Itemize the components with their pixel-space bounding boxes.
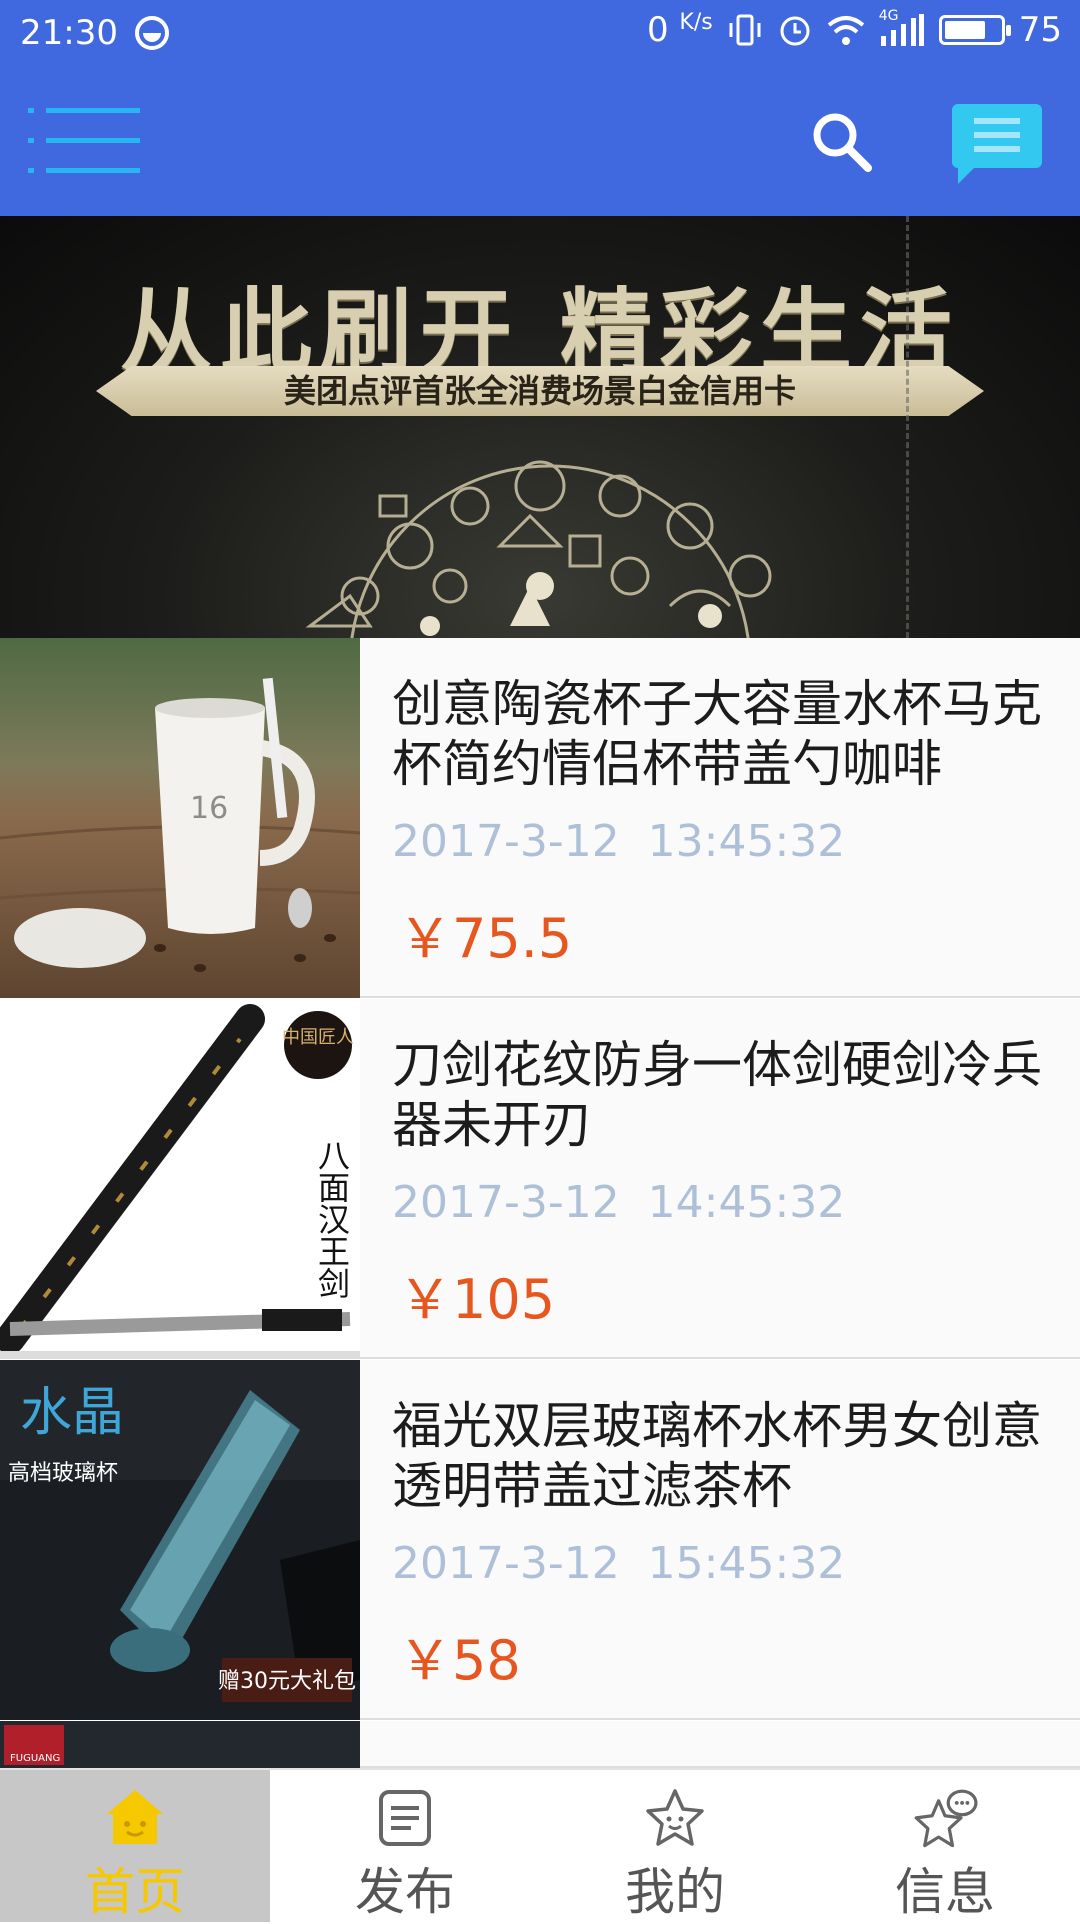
item-price: ￥58 <box>398 1629 521 1692</box>
list-item[interactable]: 中国匠人 八面汉王剑 刀剑花纹防身一体剑硬剑冷兵器未开刃 2017-3-12 1… <box>0 999 1080 1359</box>
notification-icon <box>134 16 169 50</box>
item-title: 创意陶瓷杯子大容量水杯马克杯简约情侣杯带盖勺咖啡 <box>392 675 1042 793</box>
food-icons-illustration <box>305 460 772 638</box>
search-button[interactable] <box>810 110 874 174</box>
chat-icon <box>914 1789 978 1848</box>
promo-gift-text: 赠30元大礼包 <box>218 1669 356 1694</box>
tab-mine[interactable]: 我的 <box>540 1770 810 1922</box>
fuguang-logo-text: FUGUANG <box>10 1753 60 1764</box>
status-bar: 21:30 0 K/s 4G 75 <box>0 0 1080 66</box>
star-face-icon <box>646 1789 704 1846</box>
battery-percent: 75 <box>1018 10 1062 50</box>
cell-signal-icon: 4G <box>879 8 925 48</box>
tab-label: 首页 <box>85 1863 185 1921</box>
tab-publish[interactable]: 发布 <box>270 1770 540 1922</box>
item-price: ￥75.5 <box>398 907 573 970</box>
net-speed: 0 K/s <box>646 10 713 50</box>
menu-button[interactable] <box>28 102 140 180</box>
item-price: ￥105 <box>398 1268 556 1331</box>
list-item[interactable]: 16 创意陶瓷杯子大容量水杯马克杯简约情侣杯带盖勺咖啡 2017-3-12 13… <box>0 638 1080 998</box>
item-time: 2017-3-12 15:45:32 <box>392 1538 846 1589</box>
status-time: 21:30 <box>20 13 118 53</box>
item-title: 福光双层玻璃杯水杯男女创意透明带盖过滤茶杯 <box>392 1397 1042 1515</box>
search-icon <box>813 113 872 172</box>
list-item-partial[interactable]: FUGUANG <box>0 1721 1080 1768</box>
product-image: 16 <box>0 638 360 998</box>
brand-badge-text: 中国匠人 <box>282 1027 354 1048</box>
item-time: 2017-3-12 14:45:32 <box>392 1177 846 1228</box>
tab-label: 信息 <box>895 1863 995 1921</box>
tab-label: 发布 <box>355 1863 455 1921</box>
tab-label: 我的 <box>625 1863 725 1921</box>
banner-stitch-divider <box>906 216 911 638</box>
message-icon <box>952 104 1042 184</box>
water-crystal-text: 水晶 <box>20 1383 124 1443</box>
item-title: 刀剑花纹防身一体剑硬剑冷兵器未开刃 <box>392 1036 1042 1154</box>
bottom-navigation: 首页 发布 我的 信息 <box>0 1768 1080 1922</box>
product-image: 中国匠人 八面汉王剑 <box>0 999 360 1359</box>
banner-subtitle: 美团点评首张全消费场景白金信用卡 <box>96 366 984 416</box>
product-image: FUGUANG <box>0 1721 360 1768</box>
sword-name-text: 八面汉王剑 <box>313 1139 351 1299</box>
app-bar <box>0 66 1080 216</box>
item-time: 2017-3-12 13:45:32 <box>392 816 846 867</box>
cup-number-text: 16 <box>190 791 228 826</box>
tab-messages[interactable]: 信息 <box>810 1770 1080 1922</box>
battery-icon <box>938 15 1011 45</box>
promo-banner[interactable]: 从此刷开 精彩生活 美团点评首张全消费场景白金信用卡 <box>0 216 1080 638</box>
tab-home[interactable]: 首页 <box>0 1770 270 1922</box>
vibrate-icon <box>729 14 761 46</box>
publish-icon <box>379 1790 431 1846</box>
product-image: 水晶 高档玻璃杯 赠30元大礼包 <box>0 1360 360 1720</box>
message-button[interactable] <box>950 100 1044 190</box>
menu-icon <box>28 108 140 173</box>
wifi-icon <box>827 16 865 45</box>
glass-subtitle-text: 高档玻璃杯 <box>8 1461 118 1486</box>
home-icon <box>107 1790 163 1844</box>
list-item[interactable]: 水晶 高档玻璃杯 赠30元大礼包 福光双层玻璃杯水杯男女创意透明带盖过滤茶杯 2… <box>0 1360 1080 1720</box>
alarm-icon <box>780 16 810 46</box>
